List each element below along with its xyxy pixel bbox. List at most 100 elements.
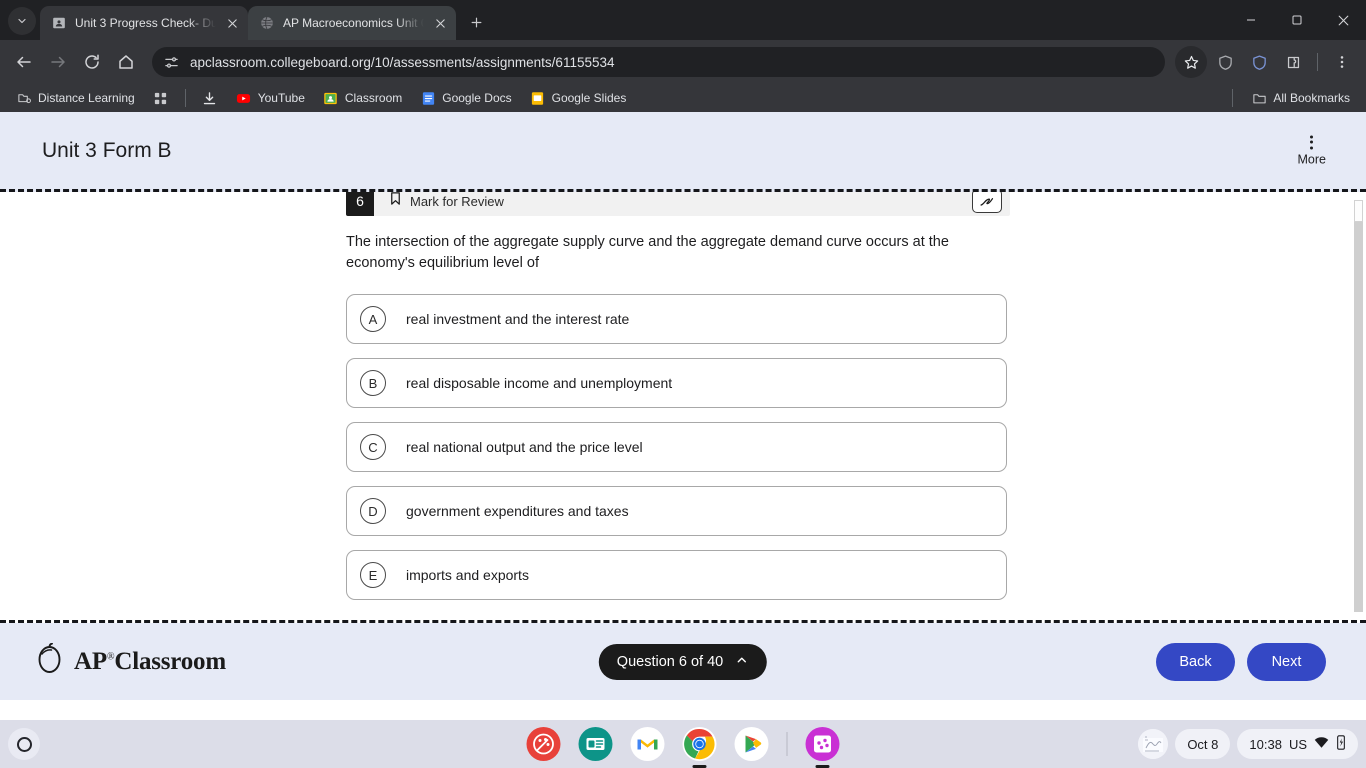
tray-locale: US	[1288, 736, 1307, 752]
scrollbar-thumb[interactable]	[1354, 200, 1363, 222]
chrome-icon[interactable]	[682, 727, 717, 761]
question-scroll-area[interactable]: 6 Mark for Review The intersection of th…	[0, 192, 1366, 623]
gmail-icon[interactable]	[630, 727, 665, 761]
news-icon[interactable]	[578, 727, 613, 761]
all-bookmarks-area: All Bookmarks	[1226, 87, 1358, 109]
launcher-ring	[16, 736, 32, 752]
minimize-icon[interactable]	[1228, 0, 1274, 40]
site-settings-icon[interactable]	[160, 51, 182, 73]
choice-letter: C	[360, 434, 386, 460]
back-icon[interactable]	[8, 46, 40, 78]
browser-window: Unit 3 Progress Check- Due Oct AP Macroe…	[0, 0, 1366, 720]
question-nav-label: Question 6 of 40	[616, 653, 724, 670]
answer-choice-a[interactable]: A real investment and the interest rate	[346, 294, 1007, 344]
more-label: More	[1297, 152, 1326, 166]
home-icon[interactable]	[110, 46, 142, 78]
bookmark-label: YouTube	[257, 91, 305, 105]
tab-strip: Unit 3 Progress Check- Due Oct AP Macroe…	[0, 0, 1366, 40]
window-controls	[1228, 0, 1366, 40]
choice-letter: B	[360, 370, 386, 396]
shield-blue-icon[interactable]	[1243, 46, 1275, 78]
shield-icon[interactable]	[1209, 46, 1241, 78]
choice-letter: A	[360, 306, 386, 332]
bookmark-label: Google Docs	[442, 91, 512, 105]
choice-text: government expenditures and taxes	[406, 503, 629, 519]
choice-letter: E	[360, 562, 386, 588]
scrollbar-track[interactable]	[1354, 200, 1363, 612]
choice-text: imports and exports	[406, 567, 529, 583]
user-avatar[interactable]	[1138, 729, 1169, 759]
next-button[interactable]: Next	[1247, 642, 1326, 681]
tab-search-button[interactable]	[8, 7, 36, 35]
chrome-menu-icon[interactable]	[1326, 46, 1358, 78]
bookmark-distance-learning[interactable]: Distance Learning	[8, 87, 143, 109]
choice-text: real national output and the price level	[406, 439, 643, 455]
forward-icon[interactable]	[42, 46, 74, 78]
acorn-icon	[36, 642, 63, 680]
globe-icon	[259, 15, 275, 31]
choice-letter: D	[360, 498, 386, 524]
answer-choice-b[interactable]: B real disposable income and unemploymen…	[346, 358, 1007, 408]
bookmark-label: Classroom	[344, 91, 403, 105]
choice-text: real investment and the interest rate	[406, 311, 630, 327]
mark-for-review-button[interactable]: Mark for Review	[374, 192, 504, 212]
address-bar[interactable]: apclassroom.collegeboard.org/10/assessme…	[152, 47, 1165, 77]
status-tray-button[interactable]: 10:38 US	[1237, 729, 1358, 759]
canvas-icon[interactable]	[526, 727, 561, 761]
answer-choice-d[interactable]: D government expenditures and taxes	[346, 486, 1007, 536]
tray-date: Oct 8	[1187, 736, 1219, 752]
answer-choice-e[interactable]: E imports and exports	[346, 550, 1007, 600]
play-store-icon[interactable]	[734, 727, 769, 761]
bookmark-label: Google Slides	[551, 91, 627, 105]
classroom-icon	[323, 90, 339, 106]
folder-icon	[1251, 90, 1267, 106]
date-tray-button[interactable]: Oct 8	[1175, 729, 1231, 759]
browser-tab-2[interactable]: AP Macroeconomics Unit 0 Co	[248, 6, 456, 40]
slides-icon	[530, 90, 546, 106]
battery-icon	[1336, 735, 1346, 753]
close-icon[interactable]	[1320, 0, 1366, 40]
extensions-icon[interactable]	[1277, 46, 1309, 78]
url-text: apclassroom.collegeboard.org/10/assessme…	[190, 54, 615, 70]
bookmark-google-docs[interactable]: Google Docs	[412, 87, 519, 109]
all-bookmarks-label: All Bookmarks	[1273, 91, 1350, 105]
launcher-circle-icon[interactable]	[8, 728, 40, 760]
assessment-header: Unit 3 Form B More	[0, 112, 1366, 192]
question-header-bar: 6 Mark for Review	[346, 192, 1010, 216]
bookmark-icon	[388, 192, 403, 212]
question-text: The intersection of the aggregate supply…	[346, 234, 949, 272]
new-tab-button[interactable]	[462, 8, 490, 36]
wifi-icon	[1314, 736, 1329, 752]
bookmark-youtube[interactable]: YouTube	[228, 87, 313, 109]
more-button[interactable]: More	[1298, 135, 1326, 166]
docs-icon	[420, 90, 436, 106]
star-icon[interactable]	[1175, 46, 1207, 78]
close-icon[interactable]	[224, 15, 240, 31]
pen-annotate-icon[interactable]	[972, 192, 1002, 213]
bookmark-apps-grid[interactable]	[145, 87, 177, 109]
question-navigator-button[interactable]: Question 6 of 40	[598, 643, 768, 680]
ap-classroom-logo: AP®Classroom	[36, 642, 226, 680]
bookmark-classroom[interactable]: Classroom	[315, 87, 410, 109]
chromeos-shelf: Oct 8 10:38 US	[0, 720, 1366, 768]
shelf-app-list	[526, 727, 840, 761]
bookmark-downloads[interactable]	[194, 87, 226, 109]
browser-tab-1[interactable]: Unit 3 Progress Check- Due Oct	[40, 6, 248, 40]
answer-choice-c[interactable]: C real national output and the price lev…	[346, 422, 1007, 472]
maximize-icon[interactable]	[1274, 0, 1320, 40]
reload-icon[interactable]	[76, 46, 108, 78]
tray-time: 10:38	[1249, 736, 1282, 752]
bookmark-divider	[184, 89, 186, 107]
question-number-badge: 6	[346, 192, 374, 216]
bookmark-google-slides[interactable]: Google Slides	[522, 87, 635, 109]
all-bookmarks-button[interactable]: All Bookmarks	[1243, 87, 1358, 109]
navigation-buttons: Back Next	[1156, 642, 1326, 681]
apps-grid-icon	[153, 90, 169, 106]
bookmark-label: Distance Learning	[38, 91, 135, 105]
games-icon[interactable]	[805, 727, 840, 761]
toolbar-divider	[1317, 53, 1318, 71]
question-container: 6 Mark for Review The intersection of th…	[0, 192, 1366, 620]
system-tray: Oct 8 10:38 US	[1138, 729, 1358, 759]
back-button[interactable]: Back	[1156, 642, 1235, 681]
close-icon[interactable]	[432, 15, 448, 31]
